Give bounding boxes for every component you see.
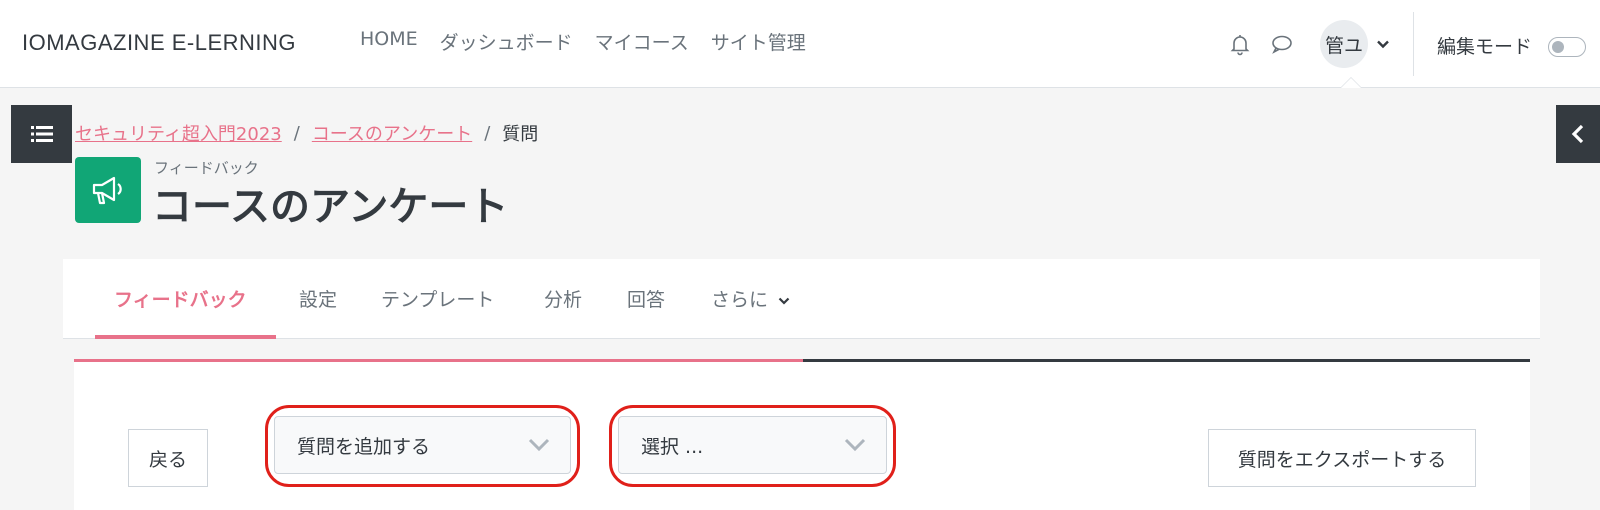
chevron-left-icon (1571, 124, 1584, 144)
edit-mode-label: 編集モード (1437, 36, 1533, 58)
chevron-down-icon (1377, 40, 1389, 49)
add-question-highlight: 質問を追加する (265, 405, 580, 487)
tab-rule-dark (803, 359, 1530, 362)
bell-icon[interactable] (1228, 32, 1252, 56)
course-index-toggle[interactable] (11, 105, 72, 163)
choose-select[interactable]: 選択 ... (618, 416, 887, 474)
chevron-down-icon (528, 438, 550, 452)
feedback-module-icon (75, 157, 141, 223)
choose-highlight: 選択 ... (609, 405, 896, 487)
tab-templates[interactable]: テンプレート (381, 285, 494, 312)
nav-divider (1413, 12, 1414, 76)
breadcrumb-current: 質問 (502, 124, 539, 145)
site-brand[interactable]: IOMAGAZINE E-LERNING (22, 30, 296, 56)
breadcrumb-separator: / (484, 122, 491, 144)
tab-rule-accent (74, 359, 803, 362)
toggle-knob (1552, 41, 1564, 53)
top-navbar: IOMAGAZINE E-LERNING HOME ダッシュボード マイコース … (0, 0, 1600, 88)
breadcrumb-course[interactable]: セキュリティ超入門2023 (75, 120, 282, 146)
tab-analysis[interactable]: 分析 (544, 285, 582, 312)
secondary-navigation: フィードバック 設定 テンプレート 分析 回答 さらに (63, 259, 1540, 339)
add-question-select-value: 質問を追加する (297, 435, 431, 458)
user-menu-pointer (1340, 77, 1362, 88)
page-title: コースのアンケート (152, 184, 509, 230)
tab-responses[interactable]: 回答 (627, 285, 665, 312)
choose-select-value: 選択 ... (641, 435, 704, 458)
breadcrumb-separator: / (293, 122, 300, 144)
tab-settings[interactable]: 設定 (299, 285, 337, 312)
chevron-down-icon (844, 438, 866, 452)
chevron-down-icon (778, 297, 790, 305)
nav-item-site-admin[interactable]: サイト管理 (711, 28, 806, 55)
block-drawer-toggle[interactable] (1556, 105, 1600, 163)
nav-item-dashboard[interactable]: ダッシュボード (440, 28, 573, 55)
nav-item-home[interactable]: HOME (360, 28, 418, 55)
tab-more[interactable]: さらに (711, 285, 790, 312)
edit-mode-toggle[interactable] (1548, 37, 1586, 57)
tab-feedback[interactable]: フィードバック (114, 285, 247, 312)
breadcrumb-activity[interactable]: コースのアンケート (312, 120, 472, 146)
tab-more-label: さらに (711, 289, 769, 311)
export-questions-button[interactable]: 質問をエクスポートする (1208, 429, 1476, 487)
active-tab-indicator (95, 335, 276, 339)
nav-item-my-courses[interactable]: マイコース (595, 28, 689, 55)
breadcrumb: セキュリティ超入門2023 / コースのアンケート / 質問 (75, 120, 538, 146)
primary-navigation: HOME ダッシュボード マイコース サイト管理 (360, 28, 806, 55)
list-icon (30, 126, 53, 142)
user-menu[interactable]: 管ユ (1320, 20, 1390, 68)
back-button[interactable]: 戻る (128, 429, 208, 487)
add-question-select[interactable]: 質問を追加する (274, 416, 571, 474)
chat-icon[interactable] (1270, 32, 1294, 56)
avatar[interactable]: 管ユ (1320, 20, 1368, 68)
megaphone-icon (92, 176, 122, 205)
